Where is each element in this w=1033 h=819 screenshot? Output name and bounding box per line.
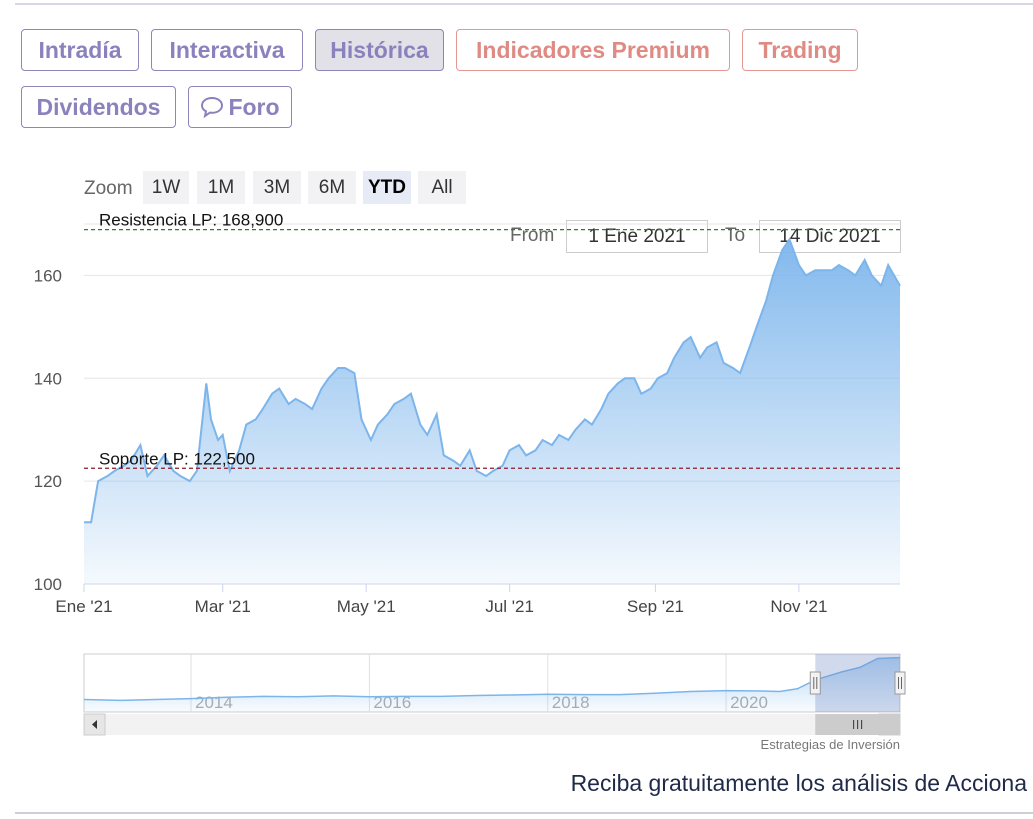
y-tick-label: 120	[34, 472, 62, 491]
y-tick-label: 160	[34, 266, 62, 285]
y-tick-label: 100	[34, 575, 62, 594]
navigator-right-handle[interactable]	[894, 671, 906, 695]
chart-credit[interactable]: Estrategias de Inversión	[700, 737, 900, 752]
price-area-fill	[84, 239, 900, 584]
navigator-left-handle[interactable]	[809, 671, 821, 695]
promo-text[interactable]: Reciba gratuitamente los análisis de Acc…	[380, 770, 1027, 797]
bottom-divider	[15, 812, 1033, 814]
navigator-selection	[815, 654, 900, 712]
support-label: Soporte LP: 122,500	[99, 449, 255, 468]
scrollbar-track[interactable]	[84, 714, 900, 735]
x-tick-label: Jul '21	[485, 597, 534, 616]
price-chart: Resistencia LP: 168,900 Soporte LP: 122,5…	[34, 211, 906, 736]
resistance-label: Resistencia LP: 168,900	[99, 211, 283, 230]
x-tick-label: May '21	[337, 597, 396, 616]
x-tick-label: Nov '21	[770, 597, 827, 616]
y-tick-label: 140	[34, 369, 62, 388]
x-tick-label: Ene '21	[55, 597, 112, 616]
x-tick-label: Mar '21	[195, 597, 251, 616]
x-tick-label: Sep '21	[627, 597, 684, 616]
